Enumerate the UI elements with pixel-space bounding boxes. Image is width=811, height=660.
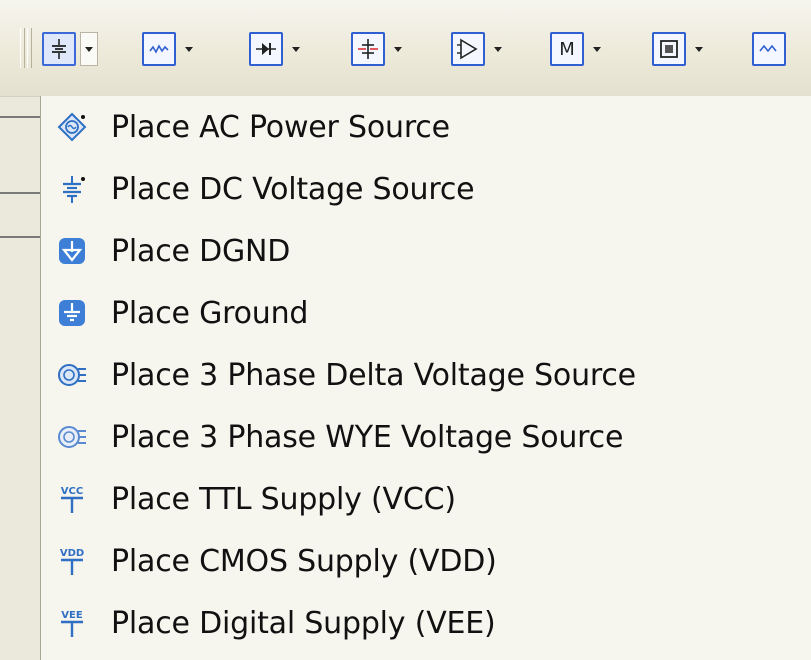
ground-icon: [55, 296, 89, 330]
dc-source-icon: [52, 39, 66, 59]
chevron-down-icon: [394, 46, 402, 52]
opamp-icon: [457, 38, 478, 60]
vee-tag: VEE: [61, 610, 83, 621]
diodes-dropdown-arrow[interactable]: [287, 32, 305, 66]
sources-button[interactable]: [42, 32, 76, 66]
underlying-app-pane: [0, 96, 40, 660]
components-toolbar: M: [0, 0, 811, 97]
menu-item-ttl-supply[interactable]: VCC Place TTL Supply (VCC): [41, 468, 811, 530]
misc-m-icon: M: [559, 38, 575, 60]
misc-dropdown-arrow[interactable]: [588, 32, 606, 66]
menu-item-dgnd[interactable]: Place DGND: [41, 220, 811, 282]
menu-item-label: Place Ground: [111, 295, 309, 331]
chevron-down-icon: [292, 46, 300, 52]
indicators-button[interactable]: [652, 32, 686, 66]
dc-voltage-source-icon: [55, 172, 89, 206]
waveform-icon: [149, 44, 169, 54]
menu-item-3-phase-wye[interactable]: Place 3 Phase WYE Voltage Source: [41, 406, 811, 468]
transistors-dropdown-arrow[interactable]: [389, 32, 407, 66]
more-components-button[interactable]: [752, 32, 786, 66]
toolbar-grip[interactable]: [20, 28, 25, 68]
divider: [0, 236, 40, 238]
ac-power-source-icon: [55, 110, 89, 144]
divider: [0, 192, 40, 194]
menu-item-ground[interactable]: Place Ground: [41, 282, 811, 344]
menu-item-dc-voltage-source[interactable]: Place DC Voltage Source: [41, 158, 811, 220]
vdd-tag: VDD: [60, 548, 84, 559]
sources-dropdown-menu: Place AC Power Source Place DC Voltage S…: [40, 96, 811, 660]
divider: [0, 116, 40, 118]
transistors-button[interactable]: [351, 32, 385, 66]
menu-item-label: Place 3 Phase WYE Voltage Source: [111, 419, 624, 455]
menu-item-label: Place 3 Phase Delta Voltage Source: [111, 357, 636, 393]
chevron-down-icon: [593, 46, 601, 52]
misc-button[interactable]: M: [550, 32, 584, 66]
vcc-tag: VCC: [61, 486, 83, 497]
dgnd-icon: [55, 234, 89, 268]
menu-item-label: Place TTL Supply (VCC): [111, 481, 456, 517]
vdd-supply-icon: VDD: [55, 544, 89, 578]
chevron-down-icon: [494, 46, 502, 52]
analog-signal-icon: [759, 44, 777, 53]
analog-dropdown-arrow[interactable]: [489, 32, 507, 66]
menu-item-3-phase-delta[interactable]: Place 3 Phase Delta Voltage Source: [41, 344, 811, 406]
three-phase-wye-icon: [55, 420, 89, 454]
menu-item-label: Place DGND: [111, 233, 291, 269]
menu-item-digital-supply[interactable]: VEE Place Digital Supply (VEE): [41, 592, 811, 654]
menu-item-label: Place DC Voltage Source: [111, 171, 475, 207]
transistor-icon: [358, 39, 378, 59]
diodes-button[interactable]: [249, 32, 283, 66]
chevron-down-icon: [185, 46, 193, 52]
menu-item-cmos-supply[interactable]: VDD Place CMOS Supply (VDD): [41, 530, 811, 592]
chevron-down-icon: [85, 46, 93, 52]
indicators-dropdown-arrow[interactable]: [690, 32, 708, 66]
signal-source-button[interactable]: [142, 32, 176, 66]
vcc-supply-icon: VCC: [55, 482, 89, 516]
signal-source-dropdown-arrow[interactable]: [180, 32, 198, 66]
sources-dropdown-arrow[interactable]: [80, 32, 98, 66]
chevron-down-icon: [695, 46, 703, 52]
indicator-icon: [660, 40, 678, 58]
diode-icon: [256, 43, 276, 55]
vee-supply-icon: VEE: [55, 606, 89, 640]
menu-item-ac-power-source[interactable]: Place AC Power Source: [41, 96, 811, 158]
toolbar-grip[interactable]: [27, 28, 32, 68]
analog-button[interactable]: [451, 32, 485, 66]
menu-item-label: Place Digital Supply (VEE): [111, 605, 496, 641]
menu-item-label: Place CMOS Supply (VDD): [111, 543, 497, 579]
menu-item-label: Place AC Power Source: [111, 109, 450, 145]
three-phase-delta-icon: [55, 358, 89, 392]
